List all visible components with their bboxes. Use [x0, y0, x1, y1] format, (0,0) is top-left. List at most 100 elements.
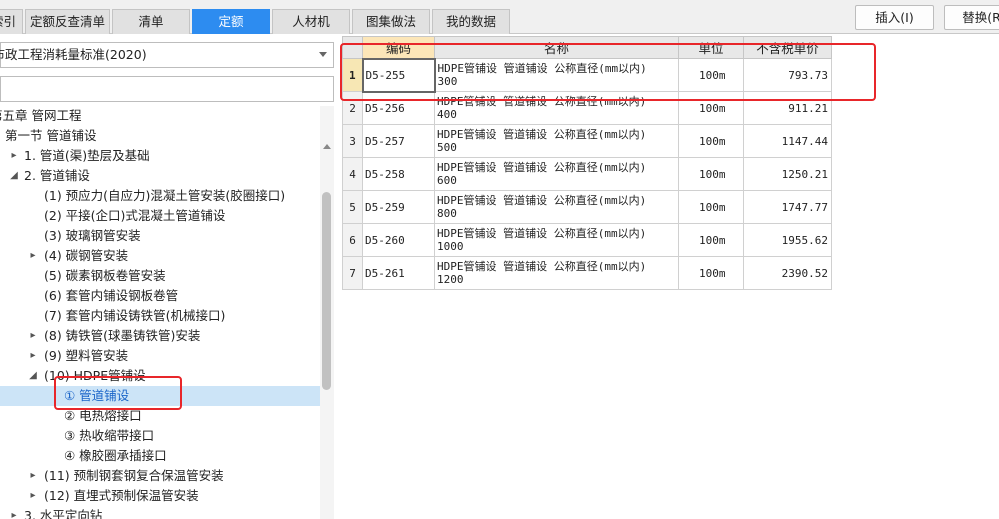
tab-my-data[interactable]: 我的数据: [432, 9, 510, 34]
quota-name-line2: 800: [437, 207, 457, 220]
quota-library-value: 江苏省市政工程消耗量标准(2020): [0, 47, 147, 62]
tree-item-label: (12) 直埋式预制保温管安装: [44, 488, 199, 503]
quota-name-cell[interactable]: HDPE管铺设 管道铺设 公称直径(mm以内) 600: [434, 157, 679, 191]
tree-item-label: 第五章 管网工程: [0, 108, 82, 123]
table-row[interactable]: 6 D5-260 HDPE管铺设 管道铺设 公称直径(mm以内) 1000 100…: [342, 223, 832, 257]
price-cell[interactable]: 1250.21: [743, 157, 832, 191]
tree-item-label: 3. 水平定向钻: [24, 508, 103, 519]
tree-item-label: (9) 塑料管安装: [44, 348, 129, 363]
tree-item-label: (8) 铸铁管(球墨铸铁管)安装: [44, 328, 201, 343]
price-cell[interactable]: 2390.52: [743, 256, 832, 290]
quota-name-line2: 400: [437, 108, 457, 121]
tree-item-label: (3) 玻璃钢管安装: [44, 228, 141, 243]
tree-item-label: 2. 管道铺设: [24, 168, 90, 183]
tree-item[interactable]: (6) 套管内铺设钢板卷管: [0, 286, 320, 306]
row-highlight-box: [340, 43, 876, 101]
chapter-tree: 第五章 管网工程 第一节 管道铺设 ▸ 1. 管道(渠)垫层及基础 ◢ 2. 管…: [0, 106, 320, 519]
tab-atlas-methods[interactable]: 图集做法: [352, 9, 430, 34]
tree-item[interactable]: (5) 碳素钢板卷管安装: [0, 266, 320, 286]
quota-name-line1: HDPE管铺设 管道铺设 公称直径(mm以内): [437, 128, 647, 141]
tree-item-label: ④ 橡胶圈承插接口: [64, 448, 167, 463]
expand-arrow-icon[interactable]: ▸: [28, 246, 38, 266]
expand-arrow-icon[interactable]: ▸: [9, 146, 19, 166]
tree-item[interactable]: (3) 玻璃钢管安装: [0, 226, 320, 246]
tree-scrollbar-thumb[interactable]: [322, 192, 331, 390]
quota-name-cell[interactable]: HDPE管铺设 管道铺设 公称直径(mm以内) 1000: [434, 223, 679, 257]
row-number: 7: [342, 256, 363, 290]
tab-labor-material-machine[interactable]: 人材机: [272, 9, 350, 34]
quota-code-cell[interactable]: D5-257: [362, 124, 435, 158]
row-number: 4: [342, 157, 363, 191]
quota-code-cell[interactable]: D5-259: [362, 190, 435, 224]
tree-item[interactable]: ③ 热收缩带接口: [0, 426, 320, 446]
quota-code-cell[interactable]: D5-258: [362, 157, 435, 191]
table-row[interactable]: 3 D5-257 HDPE管铺设 管道铺设 公称直径(mm以内) 500 100m…: [342, 124, 832, 158]
expand-arrow-icon[interactable]: ▸: [28, 326, 38, 346]
search-box[interactable]: [0, 76, 334, 102]
tree-item-label: (4) 碳钢管安装: [44, 248, 129, 263]
scroll-up-arrow-icon[interactable]: [323, 144, 331, 149]
unit-cell[interactable]: 100m: [678, 124, 744, 158]
expand-arrow-icon[interactable]: ▸: [28, 346, 38, 366]
tab-quota-reverse-lookup[interactable]: 定额反查清单: [25, 9, 110, 34]
tree-item[interactable]: ▸ 1. 管道(渠)垫层及基础: [0, 146, 320, 166]
tree-item[interactable]: ▸ (9) 塑料管安装: [0, 346, 320, 366]
collapse-arrow-icon[interactable]: ◢: [9, 166, 19, 186]
tree-item-label: (7) 套管内铺设铸铁管(机械接口): [44, 308, 226, 323]
tree-item-label: (1) 预应力(自应力)混凝土管安装(胶圈接口): [44, 188, 286, 203]
row-number: 5: [342, 190, 363, 224]
table-row[interactable]: 5 D5-259 HDPE管铺设 管道铺设 公称直径(mm以内) 800 100m…: [342, 190, 832, 224]
quota-name-line1: HDPE管铺设 管道铺设 公称直径(mm以内): [437, 161, 647, 174]
tree-item-label: 1. 管道(渠)垫层及基础: [24, 148, 150, 163]
chevron-down-icon: [319, 52, 327, 57]
row-number: 3: [342, 124, 363, 158]
tree-item[interactable]: ▸ (11) 预制钢套钢复合保温管安装: [0, 466, 320, 486]
tree-item[interactable]: ▸ (8) 铸铁管(球墨铸铁管)安装: [0, 326, 320, 346]
tree-item[interactable]: ▸ (12) 直埋式预制保温管安装: [0, 486, 320, 506]
tree-item-label: (11) 预制钢套钢复合保温管安装: [44, 468, 224, 483]
unit-cell[interactable]: 100m: [678, 190, 744, 224]
quota-name-cell[interactable]: HDPE管铺设 管道铺设 公称直径(mm以内) 800: [434, 190, 679, 224]
price-cell[interactable]: 1147.44: [743, 124, 832, 158]
quota-code-cell[interactable]: D5-260: [362, 223, 435, 257]
tree-item[interactable]: ▸ 3. 水平定向钻: [0, 506, 320, 519]
quota-name-cell[interactable]: HDPE管铺设 管道铺设 公称直径(mm以内) 1200: [434, 256, 679, 290]
tree-item[interactable]: (7) 套管内铺设铸铁管(机械接口): [0, 306, 320, 326]
insert-button[interactable]: 插入(I): [855, 5, 934, 30]
table-row[interactable]: 4 D5-258 HDPE管铺设 管道铺设 公称直径(mm以内) 600 100m…: [342, 157, 832, 191]
tree-item[interactable]: (1) 预应力(自应力)混凝土管安装(胶圈接口): [0, 186, 320, 206]
tree-item[interactable]: ④ 橡胶圈承插接口: [0, 446, 320, 466]
price-cell[interactable]: 1747.77: [743, 190, 832, 224]
replace-button[interactable]: 替换(R): [944, 5, 999, 30]
unit-cell[interactable]: 100m: [678, 256, 744, 290]
table-row[interactable]: 7 D5-261 HDPE管铺设 管道铺设 公称直径(mm以内) 1200 100…: [342, 256, 832, 290]
tree-item[interactable]: 第五章 管网工程: [0, 106, 320, 126]
tree-item-label: (5) 碳素钢板卷管安装: [44, 268, 166, 283]
price-cell[interactable]: 1955.62: [743, 223, 832, 257]
expand-arrow-icon[interactable]: ▸: [28, 466, 38, 486]
tree-item[interactable]: (2) 平接(企口)式混凝土管道铺设: [0, 206, 320, 226]
quota-name-line1: HDPE管铺设 管道铺设 公称直径(mm以内): [437, 227, 647, 240]
collapse-arrow-icon[interactable]: ◢: [28, 366, 38, 386]
expand-arrow-icon[interactable]: ▸: [9, 506, 19, 519]
expand-arrow-icon[interactable]: ▸: [28, 486, 38, 506]
tree-item[interactable]: ▸ (4) 碳钢管安装: [0, 246, 320, 266]
quota-name-line2: 500: [437, 141, 457, 154]
quota-name-line1: HDPE管铺设 管道铺设 公称直径(mm以内): [437, 260, 647, 273]
quota-code-cell[interactable]: D5-261: [362, 256, 435, 290]
row-number: 6: [342, 223, 363, 257]
quota-name-line1: HDPE管铺设 管道铺设 公称直径(mm以内): [437, 194, 647, 207]
tab-bar: 索引 定额反查清单 清单 定额 人材机 图集做法 我的数据 插入(I) 替换(R…: [0, 0, 999, 34]
tab-bill[interactable]: 清单: [112, 9, 190, 34]
tab-index[interactable]: 索引: [0, 9, 23, 34]
unit-cell[interactable]: 100m: [678, 157, 744, 191]
tab-quota[interactable]: 定额: [192, 9, 270, 34]
tree-item[interactable]: 第一节 管道铺设: [0, 126, 320, 146]
quota-name-line2: 1200: [437, 273, 464, 286]
quota-library-select[interactable]: 江苏省市政工程消耗量标准(2020): [0, 42, 334, 68]
quota-name-cell[interactable]: HDPE管铺设 管道铺设 公称直径(mm以内) 500: [434, 124, 679, 158]
unit-cell[interactable]: 100m: [678, 223, 744, 257]
search-input[interactable]: [1, 77, 333, 101]
tree-item[interactable]: ◢ 2. 管道铺设: [0, 166, 320, 186]
quota-name-line2: 600: [437, 174, 457, 187]
